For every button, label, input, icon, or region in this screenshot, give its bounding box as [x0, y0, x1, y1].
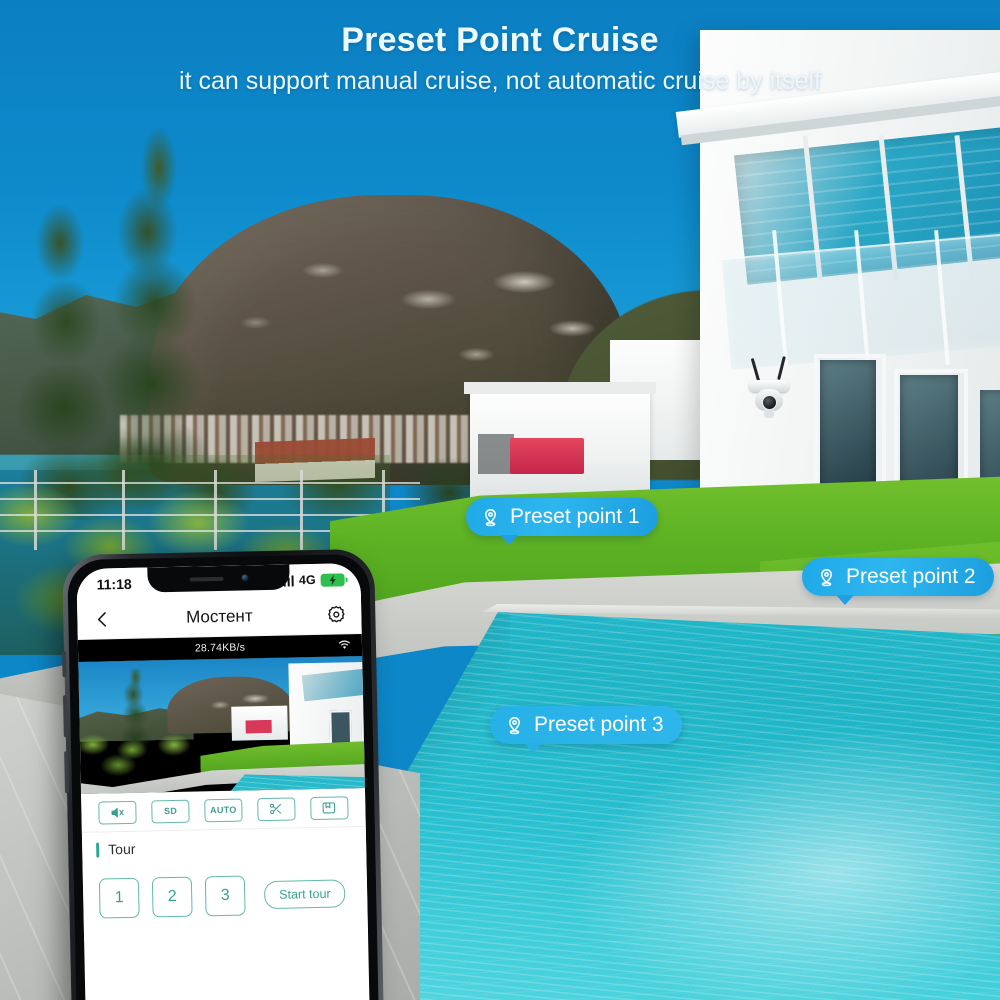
phone-mockup: 11:18 4G Мостент 28.74KB/s SD AUTO Tour …: [62, 548, 384, 1000]
quality-button[interactable]: SD: [151, 799, 190, 823]
bitrate-label: 28.74KB/s: [194, 641, 246, 655]
chevron-left-icon[interactable]: [91, 608, 113, 630]
location-pin-icon: [820, 568, 833, 586]
save-photo-icon: [322, 802, 336, 814]
front-camera-icon: [240, 574, 249, 582]
preset-point-badge-2[interactable]: Preset point 2: [802, 558, 994, 605]
roofline: [464, 382, 656, 394]
live-video-preview[interactable]: [78, 656, 365, 794]
preset-point-badge-1[interactable]: Preset point 1: [466, 498, 658, 545]
tour-label: Tour: [108, 840, 136, 858]
tour-preset-row: 1 2 3 Start tour: [82, 860, 368, 919]
device-name-title: Мостент: [185, 606, 253, 627]
video-toolbar: SD AUTO: [81, 787, 366, 833]
scissors-icon: [270, 803, 282, 815]
phone-screen: 11:18 4G Мостент 28.74KB/s SD AUTO Tour …: [76, 563, 370, 1000]
auto-button[interactable]: AUTO: [204, 798, 243, 822]
wifi-icon: [338, 640, 351, 649]
ptz-security-camera-icon: [747, 356, 791, 418]
preset-point-badge-3[interactable]: Preset point 3: [490, 706, 682, 753]
clip-button[interactable]: [256, 796, 296, 821]
phone-frame: 11:18 4G Мостент 28.74KB/s SD AUTO Tour …: [62, 548, 384, 1000]
section-accent-bar: [96, 842, 100, 858]
headings-block: Preset Point Cruise it can support manua…: [0, 21, 1000, 96]
mid-white-building: [464, 382, 656, 500]
phone-bezel: 11:18 4G Мостент 28.74KB/s SD AUTO Tour …: [67, 553, 379, 1000]
mute-button[interactable]: [98, 800, 138, 825]
status-bar: 11:18 4G: [76, 563, 361, 601]
screenshot-root: Preset Point Cruise it can support manua…: [0, 0, 1000, 1000]
preset-badge-label: Preset point 2: [846, 565, 976, 588]
network-type-label: 4G: [298, 572, 316, 588]
page-title: Preset Point Cruise: [341, 21, 659, 59]
antenna-icon: [750, 358, 760, 382]
tour-preset-button-2[interactable]: 2: [151, 876, 193, 918]
tour-preset-button-1[interactable]: 1: [98, 877, 140, 919]
status-time: 11:18: [96, 575, 132, 593]
location-pin-icon: [508, 716, 521, 734]
speaker-mute-icon: [111, 807, 124, 817]
preset-badge-label: Preset point 3: [534, 713, 664, 736]
lightning-bolt-icon: [329, 574, 336, 586]
gear-icon[interactable]: [325, 603, 347, 625]
doorway-shadow: [478, 434, 514, 474]
location-pin-icon: [484, 508, 497, 526]
battery-charging-icon: [320, 572, 345, 587]
camera-lens-icon: [762, 395, 777, 410]
phone-notch: [147, 564, 290, 593]
app-nav-bar: Мостент: [76, 595, 362, 640]
preset-badge-label: Preset point 1: [510, 505, 640, 528]
tour-preset-button-3[interactable]: 3: [204, 875, 246, 917]
earpiece-speaker-icon: [189, 576, 224, 582]
save-button[interactable]: [309, 795, 349, 820]
window-frame: [814, 354, 886, 502]
start-tour-button[interactable]: Start tour: [263, 879, 346, 910]
page-subtitle: it can support manual cruise, not automa…: [179, 67, 821, 96]
red-awning: [510, 438, 584, 474]
